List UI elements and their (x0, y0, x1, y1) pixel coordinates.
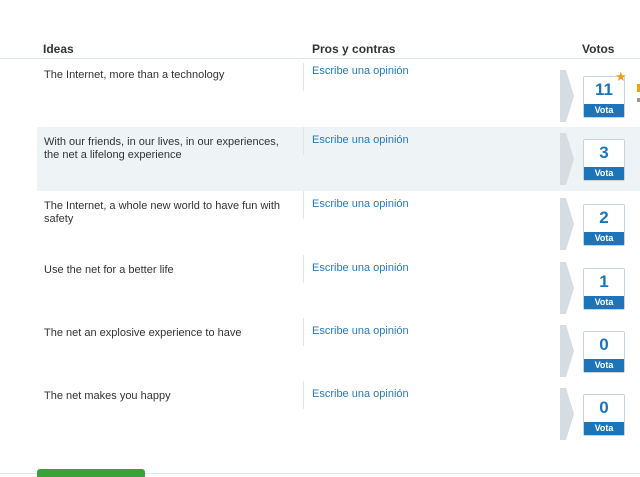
idea-row: The Internet, more than a technology Esc… (37, 63, 640, 127)
idea-text: The Internet, a whole new world to have … (44, 200, 281, 225)
write-opinion-link[interactable]: Escribe una opinión (312, 65, 409, 78)
idea-row: The Internet, a whole new world to have … (37, 191, 640, 255)
vote-button[interactable]: Vota (584, 296, 624, 309)
opinion-cell: Escribe una opinión (303, 255, 409, 283)
opinion-cell: Escribe una opinión (303, 63, 409, 91)
vote-box: 3 Vota (583, 139, 625, 181)
opinion-cell: Escribe una opinión (303, 191, 409, 219)
vote-arrow-icon (560, 388, 574, 440)
vote-widget: 2 Vota (560, 198, 628, 250)
vote-box: 1 Vota (583, 268, 625, 310)
vote-button[interactable]: Vota (584, 167, 624, 180)
vote-count: 2 (599, 208, 609, 227)
ideas-column-header: Ideas (43, 42, 74, 56)
idea-text: Use the net for a better life (44, 264, 174, 276)
vote-button[interactable]: Vota (584, 359, 624, 372)
opinion-cell: Escribe una opinión (303, 318, 409, 346)
idea-text: The net an explosive experience to have (44, 327, 242, 339)
idea-row: The net an explosive experience to have … (37, 318, 640, 382)
vote-arrow-icon (560, 325, 574, 377)
vote-count: 3 (599, 143, 609, 162)
vote-count: 0 (599, 335, 609, 354)
vote-widget: 0 Vota (560, 388, 628, 440)
vote-box: 2 Vota (583, 204, 625, 246)
idea-text: With our friends, in our lives, in our e… (44, 136, 279, 161)
pros-cons-column-header: Pros y contras (312, 42, 396, 56)
write-opinion-link[interactable]: Escribe una opinión (312, 388, 409, 401)
opinion-cell: Escribe una opinión (303, 381, 409, 409)
vote-count: 0 (599, 398, 609, 417)
vote-arrow-icon (560, 133, 574, 185)
idea-row: With our friends, in our lives, in our e… (37, 127, 640, 191)
vote-widget: 1 Vota (560, 262, 628, 314)
vote-button[interactable]: Vota (584, 232, 624, 245)
idea-row: The net makes you happy Escribe una opin… (37, 381, 640, 445)
vote-button[interactable]: Vota (584, 104, 624, 117)
vote-count: 1 (599, 272, 609, 291)
star-icon: ★ (615, 69, 627, 84)
vote-arrow-icon (560, 70, 574, 122)
write-opinion-link[interactable]: Escribe una opinión (312, 325, 409, 338)
idea-text: The net makes you happy (44, 390, 171, 402)
table-header: Ideas Pros y contras Votos (0, 40, 640, 59)
write-opinion-link[interactable]: Escribe una opinión (312, 262, 409, 275)
idea-row: Use the net for a better life Escribe un… (37, 255, 640, 319)
vote-widget: 3 Vota (560, 133, 628, 185)
write-opinion-link[interactable]: Escribe una opinión (312, 134, 409, 147)
vote-arrow-icon (560, 262, 574, 314)
write-opinion-link[interactable]: Escribe una opinión (312, 198, 409, 211)
submit-button[interactable] (37, 469, 145, 477)
vote-arrow-icon (560, 198, 574, 250)
votes-column-header: Votos (582, 42, 615, 56)
vote-button[interactable]: Vota (584, 422, 624, 435)
opinion-cell: Escribe una opinión (303, 127, 409, 155)
vote-box: 0 Vota (583, 394, 625, 436)
vote-box: 0 Vota (583, 331, 625, 373)
idea-text: The Internet, more than a technology (44, 69, 225, 81)
vote-widget: 0 Vota (560, 325, 628, 377)
